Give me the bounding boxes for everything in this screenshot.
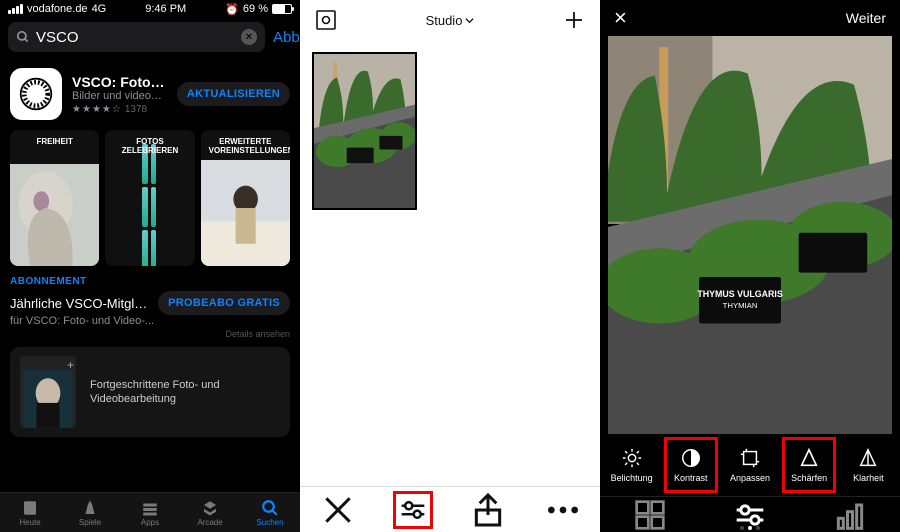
screenshot-3-title: ERWEITERTE VOREINSTELLUNGEN (209, 138, 282, 156)
editor-close-button[interactable]: × (614, 5, 627, 31)
studio-title[interactable]: Studio (426, 13, 475, 28)
tab-arcade[interactable]: Arcade (180, 493, 240, 532)
search-icon (16, 30, 30, 44)
alarm-icon: ⏰ (225, 3, 239, 16)
battery-pct: 69 % (243, 3, 268, 15)
app-icon (10, 68, 62, 120)
update-button[interactable]: AKTUALISIEREN (177, 82, 290, 106)
tab-today[interactable]: Heute (0, 493, 60, 532)
abo-title: Jährliche VSCO-Mitglied... (10, 296, 150, 311)
tool-adjust[interactable]: Anpassen (723, 437, 777, 493)
share-icon[interactable] (468, 491, 508, 529)
studio-screen: Studio (300, 0, 600, 532)
close-icon[interactable] (318, 491, 358, 529)
app-rating: ★★★★☆ 1378 (72, 104, 167, 115)
app-subtitle: Bilder und videos be... (72, 90, 167, 102)
screenshot-2[interactable]: FOTOS ZELEBRIEREN (105, 130, 194, 266)
editor-topbar: × Weiter (600, 0, 900, 36)
clear-search-icon[interactable]: ✕ (241, 29, 257, 45)
screenshot-row[interactable]: FREIHEIT LIKES KOMMENTARE ODER WERBUNG F… (0, 130, 300, 266)
abo-header: ABONNEMENT (0, 266, 300, 287)
battery-icon (272, 4, 292, 14)
studio-topbar: Studio (300, 0, 600, 40)
plus-icon: + (67, 358, 74, 372)
search-input[interactable] (36, 29, 235, 46)
tool-clarity[interactable]: Klarheit (841, 437, 895, 493)
feature-card[interactable]: + Fortgeschrittene Foto- und Videobearbe… (10, 347, 290, 437)
editor-screen: × Weiter THYMUS VULGARIS THYMIAN Belichtu… (600, 0, 900, 532)
trial-button[interactable]: PROBEABO GRATIS (158, 291, 290, 315)
tab-search[interactable]: Suchen (240, 493, 300, 532)
sliders-icon[interactable] (393, 491, 433, 529)
network-label: 4G (92, 3, 107, 15)
tab-bar: Heute Spiele Apps Arcade Suchen (0, 492, 300, 532)
screenshot-3[interactable]: ERWEITERTE VOREINSTELLUNGEN (201, 130, 290, 266)
add-button[interactable] (562, 8, 586, 32)
editor-canvas[interactable]: THYMUS VULGARIS THYMIAN (608, 36, 892, 434)
cancel-button[interactable]: Abbrechen (273, 29, 300, 46)
card-text: Fortgeschrittene Foto- und Videobearbeit… (90, 378, 280, 407)
history-icon[interactable] (830, 500, 870, 530)
screenshot-2-title: FOTOS ZELEBRIEREN (113, 138, 186, 156)
page-dots (600, 526, 900, 530)
clock: 9:46 PM (145, 3, 186, 15)
tab-games[interactable]: Spiele (60, 493, 120, 532)
abo-subtitle: für VSCO: Foto- und Video-... (0, 315, 300, 327)
studio-bottombar (300, 486, 600, 532)
tool-sharpen[interactable]: Schärfen (782, 437, 836, 493)
search-result[interactable]: VSCO: Foto- und... Bilder und videos be.… (0, 58, 300, 130)
tool-row: Belichtung Kontrast Anpassen Schärfen Kl… (600, 434, 900, 496)
photo-thumbnail[interactable] (312, 52, 417, 210)
search-field[interactable]: ✕ (8, 22, 265, 52)
camera-icon[interactable] (314, 8, 338, 32)
card-thumb: + (20, 356, 76, 428)
tool-contrast[interactable]: Kontrast (664, 437, 718, 493)
sliders-icon[interactable] (730, 500, 770, 530)
carrier-label: vodafone.de (27, 3, 88, 15)
svg-text:THYMUS VULGARIS: THYMUS VULGARIS (697, 289, 782, 299)
editor-bottombar (600, 496, 900, 532)
svg-text:THYMIAN: THYMIAN (723, 301, 758, 310)
tab-apps[interactable]: Apps (120, 493, 180, 532)
screenshot-1-title: FREIHEIT (18, 138, 91, 147)
signal-icon (8, 4, 23, 14)
tool-exposure[interactable]: Belichtung (605, 437, 659, 493)
appstore-screen: vodafone.de 4G 9:46 PM ⏰ 69 % ✕ Abbreche… (0, 0, 300, 532)
screenshot-1[interactable]: FREIHEIT LIKES KOMMENTARE ODER WERBUNG (10, 130, 99, 266)
chevron-down-icon (465, 16, 474, 25)
status-bar: vodafone.de 4G 9:46 PM ⏰ 69 % (0, 0, 300, 18)
presets-icon[interactable] (630, 500, 670, 530)
app-name: VSCO: Foto- und... (72, 74, 167, 90)
rating-count: 1378 (125, 104, 147, 115)
photo-grid (300, 40, 600, 486)
abo-details-link[interactable]: Details ansehen (0, 327, 300, 343)
editor-next-button[interactable]: Weiter (846, 10, 886, 26)
more-icon[interactable] (543, 491, 583, 529)
